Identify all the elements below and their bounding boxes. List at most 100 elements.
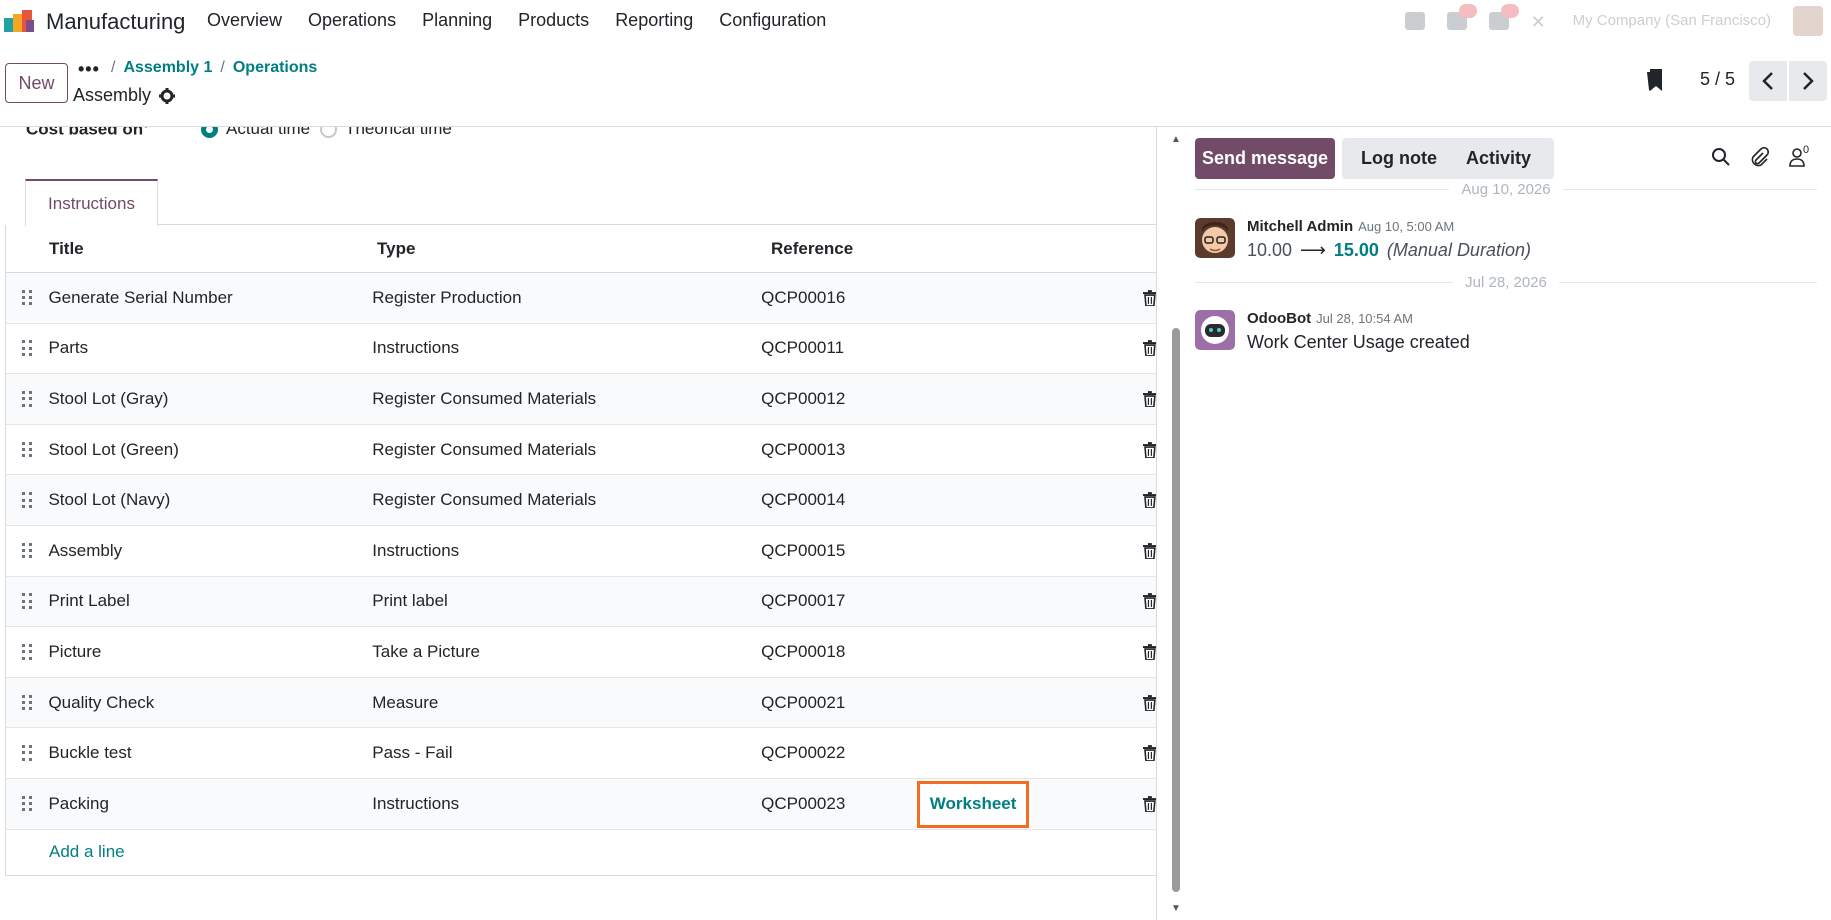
gear-icon[interactable] <box>159 87 176 104</box>
breadcrumb-more-icon[interactable]: ••• <box>78 59 100 80</box>
trash-icon[interactable] <box>1143 745 1157 762</box>
menu-operations[interactable]: Operations <box>308 10 396 31</box>
add-a-line-button[interactable]: Add a line <box>6 830 1157 876</box>
cell-title[interactable]: Buckle test <box>48 743 372 763</box>
menu-overview[interactable]: Overview <box>207 10 282 31</box>
pager-next-button[interactable] <box>1789 61 1827 101</box>
cell-title[interactable]: Generate Serial Number <box>48 288 372 308</box>
cell-title[interactable]: Print Label <box>48 591 372 611</box>
cell-reference[interactable]: QCP00023 <box>761 794 919 814</box>
table-row[interactable]: Quality Check Measure QCP00021 <box>6 677 1157 729</box>
radio-actual-time-label[interactable]: Actual time <box>226 127 310 139</box>
trash-icon[interactable] <box>1143 441 1157 458</box>
pager-value[interactable]: 5 / 5 <box>1700 69 1735 90</box>
drag-handle-icon[interactable] <box>6 593 48 610</box>
cell-reference[interactable]: QCP00021 <box>761 693 919 713</box>
trash-icon[interactable] <box>1143 694 1157 711</box>
breadcrumb-operations[interactable]: Operations <box>233 59 317 77</box>
search-icon[interactable] <box>1711 147 1731 167</box>
trash-icon[interactable] <box>1143 593 1157 610</box>
scroll-down-arrow[interactable]: ▼ <box>1171 903 1181 914</box>
cell-title[interactable]: Stool Lot (Navy) <box>48 490 372 510</box>
menu-configuration[interactable]: Configuration <box>719 10 826 31</box>
cell-title[interactable]: Picture <box>48 642 372 662</box>
cell-title[interactable]: Packing <box>48 794 372 814</box>
trash-icon[interactable] <box>1143 492 1157 509</box>
cell-title[interactable]: Stool Lot (Gray) <box>48 389 372 409</box>
cell-type[interactable]: Register Consumed Materials <box>372 389 761 409</box>
table-row[interactable]: Buckle test Pass - Fail QCP00022 <box>6 728 1157 779</box>
new-button[interactable]: New <box>5 63 68 103</box>
drag-handle-icon[interactable] <box>6 340 48 357</box>
tab-instructions[interactable]: Instructions <box>25 179 158 226</box>
messaging-icon[interactable] <box>1446 3 1477 30</box>
table-row[interactable]: Stool Lot (Gray) Register Consumed Materi… <box>6 374 1157 425</box>
drag-handle-icon[interactable] <box>6 441 48 458</box>
table-row[interactable]: Stool Lot (Green) Register Consumed Mater… <box>6 425 1157 476</box>
cell-type[interactable]: Register Consumed Materials <box>372 490 761 510</box>
drag-handle-icon[interactable] <box>6 289 48 306</box>
radio-theorical-time[interactable] <box>320 127 338 138</box>
paperclip-icon[interactable] <box>1749 147 1769 167</box>
pager-previous-button[interactable] <box>1749 61 1787 101</box>
drag-handle-icon[interactable] <box>6 492 48 508</box>
scroll-up-arrow[interactable]: ▲ <box>1171 134 1181 145</box>
bookmark-icon[interactable] <box>1647 67 1665 93</box>
cell-reference[interactable]: QCP00011 <box>761 338 919 358</box>
drag-handle-icon[interactable] <box>6 390 48 407</box>
cell-type[interactable]: Instructions <box>372 794 761 814</box>
menu-reporting[interactable]: Reporting <box>615 10 693 31</box>
breadcrumb-assembly-1[interactable]: Assembly 1 <box>123 59 212 77</box>
trash-icon[interactable] <box>1143 795 1157 812</box>
avatar[interactable] <box>1195 310 1235 350</box>
cell-title[interactable]: Stool Lot (Green) <box>48 440 372 460</box>
menu-planning[interactable]: Planning <box>422 10 492 31</box>
cell-reference[interactable]: QCP00013 <box>761 440 919 460</box>
table-row[interactable]: Parts Instructions QCP00011 <box>6 324 1157 375</box>
cell-reference[interactable]: QCP00015 <box>761 541 919 561</box>
scrollbar-thumb[interactable] <box>1172 328 1180 892</box>
manufacturing-app-icon[interactable] <box>4 8 36 34</box>
cell-type[interactable]: Print label <box>372 591 761 611</box>
trash-icon[interactable] <box>1143 644 1157 660</box>
cell-title[interactable]: Assembly <box>48 541 372 561</box>
cell-type[interactable]: Instructions <box>372 541 761 561</box>
worksheet-button[interactable]: Worksheet <box>917 780 1030 828</box>
cell-type[interactable]: Take a Picture <box>372 642 761 662</box>
drag-handle-icon[interactable] <box>6 542 48 559</box>
cell-reference[interactable]: QCP00022 <box>761 743 919 763</box>
table-row[interactable]: Assembly Instructions QCP00015 <box>6 526 1157 577</box>
drag-handle-icon[interactable] <box>6 643 48 660</box>
trash-icon[interactable] <box>1143 542 1157 559</box>
activity-icon[interactable] <box>1488 3 1519 30</box>
debug-icon[interactable] <box>1404 11 1425 30</box>
cell-type[interactable]: Instructions <box>372 338 761 358</box>
trash-icon[interactable] <box>1143 391 1157 407</box>
company-switcher[interactable]: My Company (San Francisco) <box>1573 12 1771 29</box>
cell-reference[interactable]: QCP00012 <box>761 389 919 409</box>
app-name[interactable]: Manufacturing <box>46 9 185 35</box>
table-row[interactable]: Picture Take a Picture QCP00018 <box>6 627 1157 678</box>
cell-reference[interactable]: QCP00016 <box>761 288 919 308</box>
cell-type[interactable]: Measure <box>372 693 761 713</box>
table-row[interactable]: Generate Serial Number Register Productio… <box>6 273 1157 324</box>
cell-type[interactable]: Register Production <box>372 288 761 308</box>
menu-products[interactable]: Products <box>518 10 589 31</box>
table-row[interactable]: Packing Instructions QCP00023 Worksheet <box>6 778 1157 830</box>
avatar[interactable] <box>1195 218 1235 258</box>
user-avatar[interactable] <box>1793 5 1823 36</box>
trash-icon[interactable] <box>1143 340 1157 357</box>
cell-type[interactable]: Register Consumed Materials <box>372 440 761 460</box>
cell-title[interactable]: Quality Check <box>48 693 372 713</box>
column-type[interactable]: Type <box>377 239 771 259</box>
activity-button[interactable]: Activity <box>1443 138 1554 179</box>
drag-handle-icon[interactable] <box>6 745 48 761</box>
trash-icon[interactable] <box>1143 289 1157 306</box>
radio-theorical-time-label[interactable]: Theorical time <box>345 127 452 139</box>
table-row[interactable]: Print Label Print label QCP00017 <box>6 576 1157 628</box>
message-author[interactable]: OdooBot <box>1247 310 1311 327</box>
cell-title[interactable]: Parts <box>48 338 372 358</box>
cell-type[interactable]: Pass - Fail <box>372 743 761 763</box>
table-row[interactable]: Stool Lot (Navy) Register Consumed Materi… <box>6 475 1157 526</box>
column-reference[interactable]: Reference <box>771 239 931 259</box>
